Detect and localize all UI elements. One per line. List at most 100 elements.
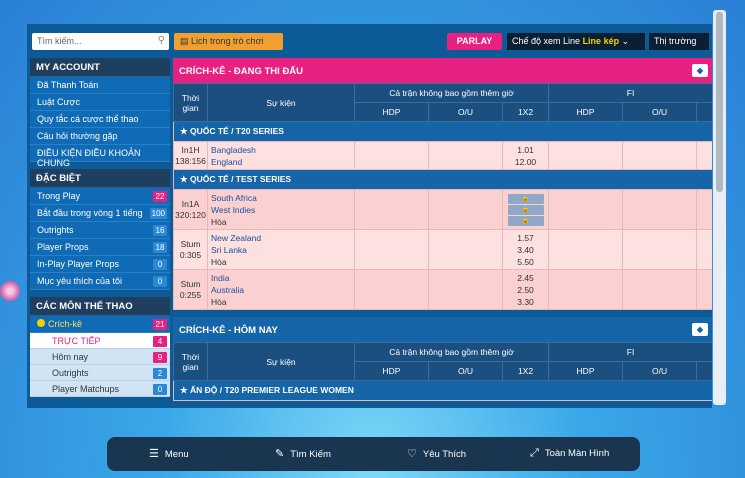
sportsbook-frame: Tìm kiếm... ⚲ ▤ Lịch trong trò chơi PARL… [27,24,712,408]
col-hdp: HDP [354,361,429,381]
main-content: CRÍCH-KÊ - ĐANG THI ĐẤU ◆ Thời gian Sự k… [172,58,712,408]
parlay-button[interactable]: PARLAY [447,33,502,50]
lock-icon: 🔒 [507,193,544,204]
match-time: In1H 138:156 [173,141,208,170]
page-scrollbar[interactable] [713,10,726,405]
sidebar-item-starting-soon[interactable]: Bắt đầu trong vòng 1 tiếng 100 [30,205,170,222]
count-badge: 0 [153,259,167,270]
special-header: ĐẶC BIỆT [30,169,170,188]
today-odds-table: Thời gian Sự kiện Cả trận không bao gồm … [172,342,712,401]
col-fulltime: Cả trận không bao gồm thêm giờ [353,83,550,103]
scrollbar-thumb[interactable] [716,12,723,192]
league-header[interactable]: ★ ẤN ĐỘ / T20 PREMIER LEAGUE WOMEN [172,380,712,401]
col-time: Thời gian [173,83,208,122]
match-time: In1A 320:120 [173,189,208,230]
heart-icon: ♡ [407,448,417,460]
match-teams[interactable]: India Australia Hòa [207,269,355,310]
league-header[interactable]: ★ QUỐC TẾ / TEST SERIES [172,169,712,190]
chevron-down-icon: ⌄ [621,36,630,46]
casino-chip-decoration [0,281,20,301]
match-teams[interactable]: Bangladesh England [207,141,355,170]
search-input[interactable]: Tìm kiếm... ⚲ [32,33,169,50]
sidebar-item-label: Mục yêu thích của tôi [37,276,123,286]
match-row: Stum 0:305 New Zealand Sri Lanka Hòa 1.57 3.… [173,229,712,270]
col-fi: FI [548,83,712,103]
my-account-header: MY ACCOUNT [30,58,170,77]
odds-1x2[interactable]: 1.57 3.40 5.50 [501,229,550,270]
sidebar-item-label: Trong Play [37,191,81,201]
sidebar-item-favorites[interactable]: Mục yêu thích của tôi 0 [30,273,170,290]
match-teams[interactable]: South Africa West Indies Hòa [207,189,355,230]
sidebar-item-sports-rules[interactable]: Quy tắc cá cược thể thao [30,111,170,128]
section-title: CRÍCH-KÊ - HÔM NAY [179,325,278,336]
sidebar-item-paid[interactable]: Đã Thanh Toán [30,77,170,94]
col-event: Sự kiện [207,83,355,122]
sidebar-item-label: Player Props [37,242,89,252]
lock-icon: 🔒 [507,215,544,226]
col-event: Sự kiện [207,342,355,381]
count-badge: 0 [153,276,167,287]
favorites-label: Yêu Thích [422,449,467,460]
search-icon: ⚲ [157,35,165,46]
fullscreen-button[interactable]: ⤢ Toàn Màn Hình [530,447,609,460]
sidebar-item-rules[interactable]: Luật Cược [30,94,170,111]
sidebar-item-in-play[interactable]: Trong Play 22 [30,188,170,205]
count-badge: 22 [153,191,167,202]
sidebar-subitem-outrights[interactable]: Outrights 2 [30,365,170,381]
match-teams[interactable]: New Zealand Sri Lanka Hòa [207,229,355,270]
match-row: In1H 138:156 Bangladesh England 1.01 12.00 [173,141,712,170]
sidebar-item-label: Bắt đầu trong vòng 1 tiếng [37,208,143,218]
schedule-label: Lịch trong trò chơi [191,36,264,46]
sidebar-subitem-live[interactable]: TRỰC TIẾP 4 [30,333,170,349]
line-mode-dropdown[interactable]: Chế độ xem Line Line kép ⌄ [507,33,645,50]
sidebar-subitem-today[interactable]: Hôm nay 9 [30,349,170,365]
search-button[interactable]: ✎ Tìm Kiếm [275,447,331,460]
league-name: QUỐC TẾ / TEST SERIES [189,174,292,184]
search-placeholder: Tìm kiếm... [37,36,82,46]
bottom-navbar: ☰ Menu ✎ Tìm Kiếm ♡ Yêu Thích ⤢ Toàn Màn Hìn… [107,437,640,471]
sidebar-item-label: Hôm nay [52,352,89,362]
col-1x2: 1X2 [501,102,550,122]
match-time: Stum 0:305 [173,229,208,270]
expand-icon: ⤢ [530,447,539,459]
col-hdp: HDP [354,102,429,122]
sidebar-item-label: Outrights [52,368,89,378]
sidebar-subitem-player-matchups[interactable]: Player Matchups 0 [30,381,170,397]
odds-1x2[interactable]: 1.01 12.00 [501,141,550,170]
sidebar-item-cricket[interactable]: Crích-kê 21 [30,316,170,333]
col-1x2: 1X2 [501,361,550,381]
odds-1x2[interactable]: 2.45 2.50 3.30 [501,269,550,310]
live-section-header: CRÍCH-KÊ - ĐANG THI ĐẤU ◆ [173,58,712,83]
sidebar-item-label: In-Play Player Props [37,259,120,269]
menu-button[interactable]: ☰ Menu [149,447,189,460]
sidebar-item-player-props[interactable]: Player Props 18 [30,239,170,256]
hamburger-icon: ☰ [149,448,159,460]
schedule-button[interactable]: ▤ Lịch trong trò chơi [174,33,283,50]
sidebar-item-faq[interactable]: Câu hỏi thường gặp [30,128,170,145]
trophy-icon[interactable]: ◆ [692,64,708,77]
count-badge: 18 [153,242,167,253]
col-fi-hdp: HDP [548,102,624,122]
match-row: Stum 0:255 India Australia Hòa 2.45 2.50 3.30 [173,269,712,310]
odds-1x2-locked: 🔒 🔒 🔒 [501,189,550,230]
sidebar: MY ACCOUNT Đã Thanh Toán Luật Cược Quy t… [30,58,170,408]
menu-label: Menu [164,449,189,460]
trophy-icon[interactable]: ◆ [692,323,708,336]
sidebar-item-outrights[interactable]: Outrights 16 [30,222,170,239]
count-badge: 4 [153,336,167,347]
league-header[interactable]: ★ QUỐC TẾ / T20 SERIES [172,121,712,142]
match-row: In1A 320:120 South Africa West Indies Hòa 🔒… [173,189,712,230]
today-section-header: CRÍCH-KÊ - HÔM NAY ◆ [173,317,712,342]
lock-icon: 🔒 [507,204,544,215]
favorites-button[interactable]: ♡ Yêu Thích [407,447,466,460]
section-title: CRÍCH-KÊ - ĐANG THI ĐẤU [179,66,304,77]
col-fi-ou: O/U [622,102,698,122]
sidebar-item-in-play-player-props[interactable]: In-Play Player Props 0 [30,256,170,273]
sidebar-item-terms[interactable]: ĐIỀU KIỆN ĐIỀU KHOẢN CHUNG [30,145,170,168]
market-button[interactable]: Thị trường [649,33,709,50]
count-badge: 100 [149,208,167,219]
sidebar-item-label: Crích-kê [48,319,83,329]
ticket-search-icon: ✎ [275,448,285,460]
count-badge: 2 [153,368,167,379]
league-name: QUỐC TẾ / T20 SERIES [189,126,284,136]
